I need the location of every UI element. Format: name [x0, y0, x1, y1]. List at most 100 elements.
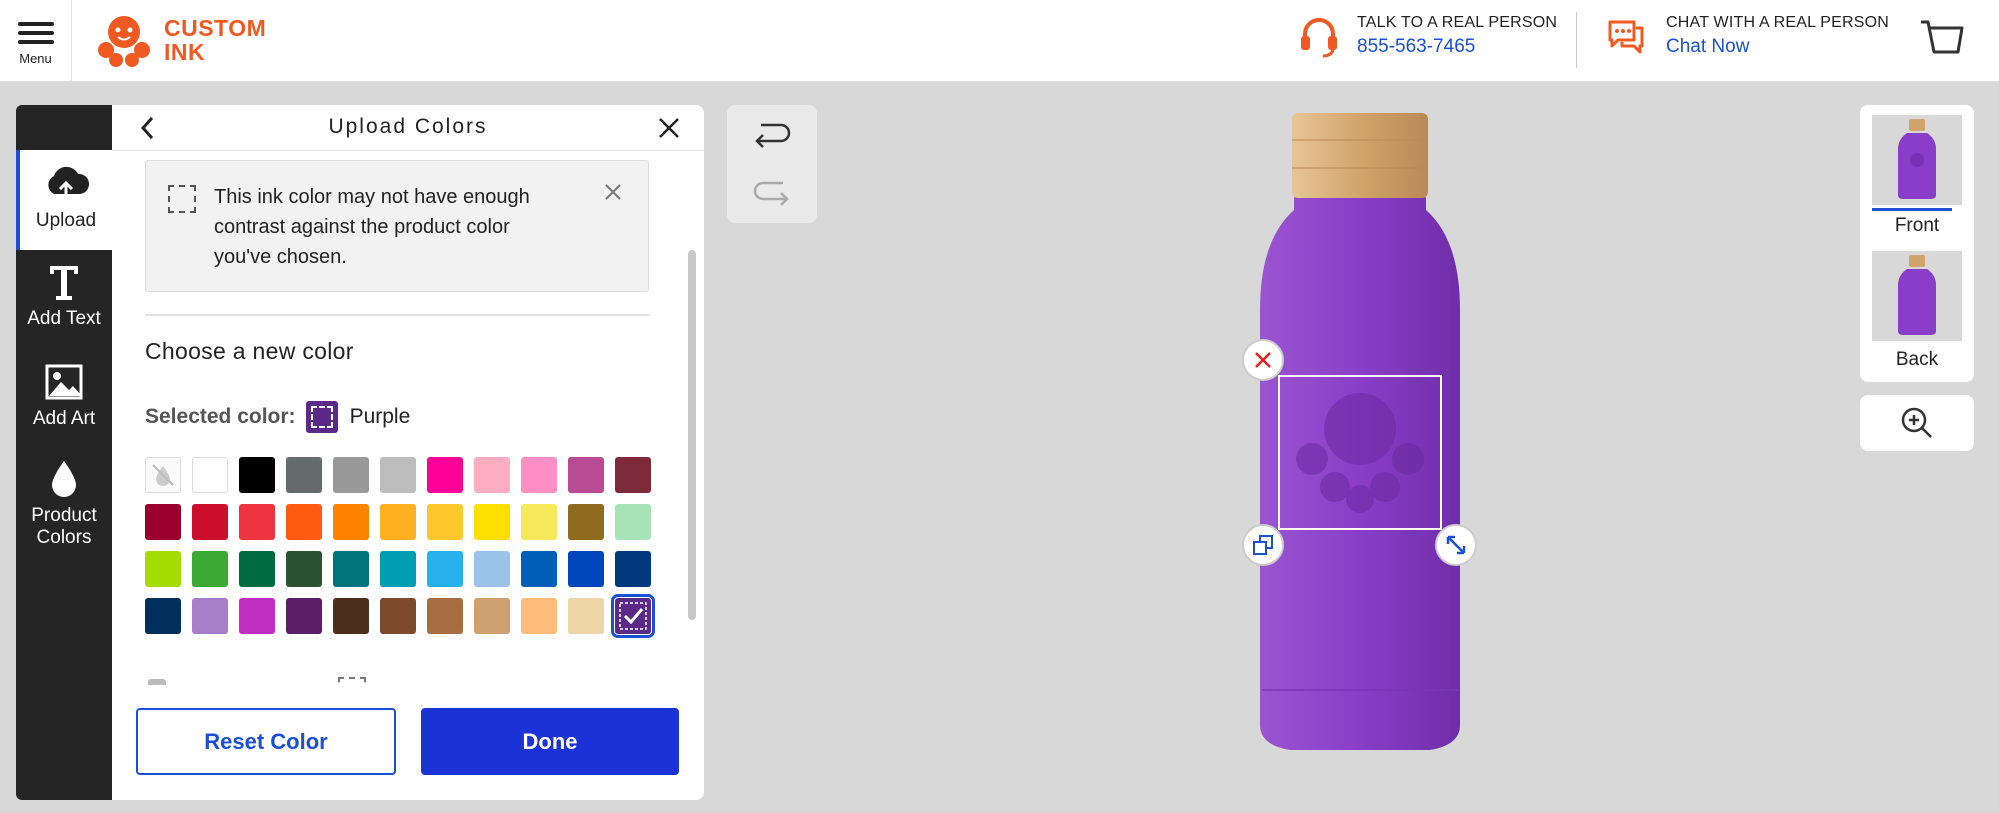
zoom-button[interactable] — [1860, 395, 1974, 451]
color-swatch-grid — [145, 457, 655, 638]
color-swatch[interactable] — [568, 598, 604, 634]
tool-rail: Upload Add Text Add Art Product Colors — [16, 105, 112, 800]
color-swatch[interactable] — [239, 551, 275, 587]
cart-button[interactable] — [1918, 16, 1964, 67]
image-icon — [45, 360, 83, 404]
color-swatch[interactable] — [615, 504, 651, 540]
panel-scrollbar[interactable] — [688, 250, 696, 620]
color-swatch[interactable] — [145, 504, 181, 540]
color-swatch[interactable] — [568, 504, 604, 540]
color-swatch[interactable] — [286, 457, 322, 493]
resize-design-handle[interactable] — [1435, 524, 1477, 566]
panel-header: Upload Colors — [112, 105, 704, 151]
delete-design-handle[interactable] — [1242, 339, 1284, 381]
section-divider — [145, 314, 649, 316]
close-icon — [1255, 352, 1271, 368]
color-swatch[interactable] — [286, 504, 322, 540]
color-swatch[interactable] — [145, 598, 181, 634]
back-view-thumbnail[interactable] — [1872, 251, 1962, 341]
menu-button[interactable]: Menu — [0, 0, 72, 82]
phone-link[interactable]: 855-563-7465 — [1357, 36, 1557, 58]
color-swatch[interactable] — [427, 457, 463, 493]
color-swatch[interactable] — [192, 551, 228, 587]
octopus-design-icon — [1296, 393, 1424, 513]
color-swatch[interactable] — [192, 598, 228, 634]
no-ink-icon — [152, 464, 174, 486]
dashed-square-icon — [168, 185, 196, 213]
reset-color-button[interactable]: Reset Color — [136, 708, 396, 775]
rail-add-art[interactable]: Add Art — [16, 360, 112, 430]
color-swatch[interactable] — [192, 457, 228, 493]
color-swatch[interactable] — [427, 551, 463, 587]
redo-button[interactable] — [751, 171, 793, 213]
chat-contact[interactable]: CHAT WITH A REAL PERSON Chat Now — [1604, 14, 1889, 58]
selected-color-chip — [305, 401, 338, 433]
color-swatch[interactable] — [474, 551, 510, 587]
contrast-warning: This ink color may not have enough contr… — [145, 160, 649, 292]
choose-color-heading: Choose a new color — [145, 338, 354, 364]
close-icon — [605, 184, 621, 200]
color-swatch[interactable] — [568, 551, 604, 587]
color-swatch[interactable] — [145, 551, 181, 587]
rail-upload-label: Upload — [35, 210, 97, 231]
product-views: Front Back — [1860, 105, 1974, 382]
front-view-thumbnail[interactable] — [1872, 115, 1962, 205]
rail-upload[interactable]: Upload — [16, 150, 112, 250]
color-swatch[interactable] — [239, 598, 275, 634]
duplicate-icon — [1253, 535, 1273, 555]
top-header: Menu CUSTOM INK TALK TO A REAL PERSON 85… — [0, 0, 1999, 82]
color-swatch[interactable] — [286, 551, 322, 587]
color-swatch[interactable] — [427, 598, 463, 634]
color-swatch[interactable] — [239, 457, 275, 493]
active-view-indicator — [1872, 208, 1952, 211]
color-swatch[interactable] — [333, 504, 369, 540]
color-swatch[interactable] — [145, 457, 181, 493]
color-swatch[interactable] — [474, 504, 510, 540]
chat-bubble-icon — [1608, 20, 1644, 54]
design-bounding-box[interactable] — [1278, 375, 1442, 530]
color-swatch[interactable] — [521, 598, 557, 634]
droplet-icon — [49, 457, 79, 501]
dismiss-warning-button[interactable] — [604, 183, 622, 206]
color-swatch[interactable] — [333, 551, 369, 587]
color-swatch[interactable] — [611, 594, 655, 638]
checkmark-icon — [619, 602, 647, 630]
undo-button[interactable] — [751, 113, 793, 155]
rail-product-colors[interactable]: Product Colors — [16, 457, 112, 549]
chat-now-link[interactable]: Chat Now — [1666, 36, 1889, 58]
color-swatch[interactable] — [333, 598, 369, 634]
color-swatch[interactable] — [568, 457, 604, 493]
partially-hidden-row — [148, 677, 388, 685]
close-panel-button[interactable] — [657, 116, 681, 145]
warning-text: This ink color may not have enough contr… — [214, 186, 530, 268]
bottle-thumbnail-image — [1898, 255, 1936, 335]
bottle-thumbnail-image — [1898, 119, 1936, 199]
talk-contact[interactable]: TALK TO A REAL PERSON 855-563-7465 — [1297, 14, 1557, 58]
panel-title: Upload Colors — [328, 115, 488, 138]
color-swatch[interactable] — [615, 551, 651, 587]
color-swatch[interactable] — [521, 457, 557, 493]
color-swatch[interactable] — [380, 551, 416, 587]
headset-icon — [1301, 18, 1337, 58]
color-swatch[interactable] — [192, 504, 228, 540]
undo-icon — [755, 123, 791, 148]
color-swatch[interactable] — [286, 598, 322, 634]
rail-add-text[interactable]: Add Text — [16, 260, 112, 330]
duplicate-design-handle[interactable] — [1242, 524, 1284, 566]
color-swatch[interactable] — [333, 457, 369, 493]
color-swatch[interactable] — [380, 598, 416, 634]
done-button[interactable]: Done — [421, 708, 679, 775]
color-swatch[interactable] — [427, 504, 463, 540]
custom-ink-logo[interactable]: CUSTOM INK — [94, 10, 266, 70]
color-swatch[interactable] — [521, 551, 557, 587]
close-icon — [659, 118, 679, 138]
header-divider — [1576, 12, 1577, 68]
color-swatch[interactable] — [521, 504, 557, 540]
color-swatch[interactable] — [239, 504, 275, 540]
color-swatch[interactable] — [615, 457, 651, 493]
rail-product-colors-label: Product Colors — [31, 505, 97, 548]
color-swatch[interactable] — [474, 598, 510, 634]
color-swatch[interactable] — [474, 457, 510, 493]
color-swatch[interactable] — [380, 457, 416, 493]
color-swatch[interactable] — [380, 504, 416, 540]
